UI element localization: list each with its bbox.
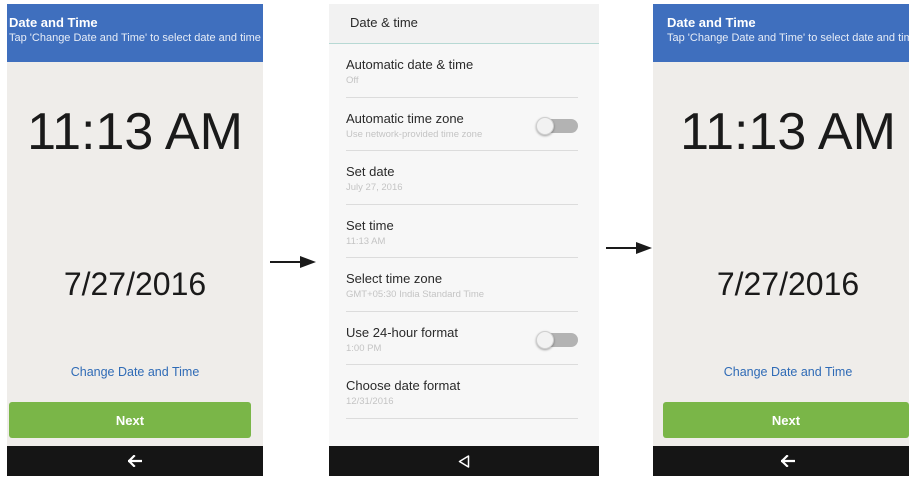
app-title: Date and Time	[667, 15, 756, 30]
app-header: Date and Time Tap 'Change Date and Time'…	[7, 4, 263, 62]
setting-24-hour-format[interactable]: Use 24-hour format 1:00 PM	[346, 312, 578, 365]
screen-settings: Date & time Automatic date & time Off Au…	[329, 4, 599, 476]
toggle-knob	[536, 330, 554, 349]
right-arrow-icon	[270, 256, 316, 268]
date-display: 7/27/2016	[63, 266, 207, 302]
time-display: 11:13 AM	[27, 103, 243, 161]
settings-title: Date & time	[329, 4, 599, 44]
settings-list: Automatic date & time Off Automatic time…	[329, 44, 599, 419]
setting-title: Automatic date & time	[346, 57, 474, 72]
app-title: Date and Time	[9, 15, 98, 30]
setting-choose-date-format[interactable]: Choose date format 12/31/2016	[346, 365, 578, 419]
setting-subtitle: GMT+05:30 India Standard Time	[346, 289, 485, 300]
next-button[interactable]: Next	[663, 402, 909, 438]
setting-subtitle: 11:13 AM	[346, 235, 386, 247]
setting-automatic-time-zone[interactable]: Automatic time zone Use network-provided…	[346, 98, 578, 151]
nav-bar	[653, 446, 909, 476]
next-button[interactable]: Next	[9, 402, 251, 438]
setting-title: Set time	[346, 217, 394, 233]
app-header: Date and Time Tap 'Change Date and Time'…	[653, 4, 909, 62]
setting-set-date[interactable]: Set date July 27, 2016	[346, 151, 578, 205]
back-arrow-icon[interactable]	[128, 455, 142, 467]
date-display: 7/27/2016	[716, 266, 860, 302]
toggle-knob	[536, 116, 554, 135]
screen-after: Date and Time Tap 'Change Date and Time'…	[653, 4, 909, 476]
setting-title: Choose date format	[346, 378, 461, 393]
back-arrow-icon[interactable]	[781, 455, 795, 467]
setting-automatic-date-time[interactable]: Automatic date & time Off	[346, 44, 578, 98]
setting-title: Select time zone	[346, 271, 443, 286]
setting-subtitle: July 27, 2016	[346, 182, 403, 193]
right-arrow-icon	[606, 242, 652, 254]
change-date-time-link[interactable]: Change Date and Time	[667, 365, 909, 379]
app-subtitle: Tap 'Change Date and Time' to select dat…	[9, 32, 261, 44]
nav-bar	[329, 446, 599, 476]
setting-subtitle: Off	[346, 75, 359, 86]
nav-bar	[7, 446, 263, 476]
auto-time-zone-toggle[interactable]	[536, 116, 578, 135]
setting-select-time-zone[interactable]: Select time zone GMT+05:30 India Standar…	[346, 258, 578, 312]
setting-title: Set date	[346, 164, 395, 179]
change-date-time-link[interactable]: Change Date and Time	[7, 365, 263, 379]
setting-set-time[interactable]: Set time 11:13 AM	[346, 205, 578, 258]
app-subtitle: Tap 'Change Date and Time' to select dat…	[667, 32, 909, 44]
time-display: 11:13 AM	[680, 103, 896, 161]
setting-subtitle: 12/31/2016	[346, 396, 394, 407]
triangle-back-icon[interactable]	[458, 454, 470, 468]
24-hour-format-toggle[interactable]	[536, 330, 578, 349]
screen-before: Date and Time Tap 'Change Date and Time'…	[7, 4, 263, 476]
